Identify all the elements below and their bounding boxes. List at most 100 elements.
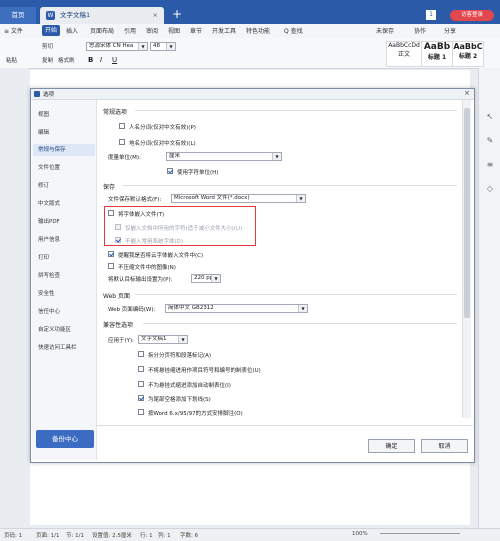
apply-to-label: 应用于(Y):: [108, 338, 135, 344]
options-scrollbar[interactable]: [462, 100, 471, 418]
cancel-button[interactable]: 取消: [421, 439, 468, 453]
style-preview: AaBbC: [453, 42, 483, 51]
tab-home[interactable]: 首页: [0, 7, 36, 24]
chevron-down-icon: ▼: [166, 43, 175, 50]
italic-icon[interactable]: I: [100, 56, 102, 64]
cursor-icon[interactable]: ↖: [485, 112, 495, 122]
format-painter-button[interactable]: 格式刷: [58, 56, 75, 64]
zoom-slider[interactable]: [380, 533, 460, 534]
new-tab-icon[interactable]: +: [172, 7, 182, 21]
style-normal[interactable]: AaBbCcDd 正文: [386, 41, 422, 67]
chevron-down-icon: ▼: [272, 153, 281, 160]
share-button[interactable]: 分享: [444, 26, 456, 35]
zoom-level[interactable]: 100%: [352, 531, 368, 537]
nav-security[interactable]: 安全性: [38, 289, 55, 297]
apply-to-select[interactable]: 文字文稿1 ▼: [138, 335, 188, 344]
place-name-checkbox[interactable]: [119, 139, 125, 145]
compat-option-label: 不为悬挂式缩进添加自动制表位(I): [148, 383, 231, 389]
chevron-down-icon: ▼: [211, 275, 220, 282]
use-char-unit-checkbox[interactable]: [167, 168, 173, 174]
nav-chinese-layout[interactable]: 中文版式: [38, 199, 60, 207]
menu-insert[interactable]: 插入: [66, 26, 78, 35]
close-tab-icon[interactable]: ×: [153, 7, 158, 24]
underline-icon[interactable]: U: [112, 56, 117, 64]
menu-references[interactable]: 引用: [124, 26, 136, 35]
font-size-select[interactable]: 48 ▼: [150, 42, 176, 51]
no-compress-checkbox[interactable]: [108, 263, 114, 269]
embed-font-checkbox[interactable]: [108, 210, 114, 216]
menu-review[interactable]: 审阅: [146, 26, 158, 35]
default-format-label: 文件保存默认格式(F):: [108, 197, 162, 203]
embed-used-chars-label: 仅嵌入文档中所用的字符(适于减小文件大小)(U): [125, 226, 243, 232]
nav-edit[interactable]: 编辑: [38, 128, 49, 136]
style-heading2[interactable]: AaBbC 标题 2: [452, 41, 484, 67]
file-menu[interactable]: ≡ 文件: [4, 26, 23, 35]
menu-developer[interactable]: 开发工具: [212, 26, 236, 35]
backup-center-button[interactable]: 备份中心: [36, 430, 94, 448]
dialog-title: 选项: [43, 92, 55, 98]
nav-trust-center[interactable]: 信任中心: [38, 307, 60, 315]
unit-label: 度量单位(M):: [108, 155, 141, 161]
nav-print[interactable]: 打印: [38, 253, 49, 261]
compat-option-checkbox[interactable]: [138, 351, 144, 357]
nav-revision[interactable]: 修订: [38, 181, 49, 189]
shapes-icon[interactable]: ◇: [485, 184, 495, 194]
menu-view[interactable]: 视图: [168, 26, 180, 35]
cut-button[interactable]: 剪切: [42, 42, 53, 50]
compat-option-checkbox[interactable]: [138, 395, 144, 401]
nav-output-pdf[interactable]: 输出PDF: [38, 217, 60, 225]
default-output-label: 将默认目标输出设置为(P):: [108, 277, 173, 283]
embed-used-chars-checkbox[interactable]: [115, 224, 121, 230]
bold-icon[interactable]: B: [88, 56, 93, 64]
tab-document[interactable]: W 文字文稿1 ×: [40, 7, 164, 24]
pen-icon[interactable]: ✎: [485, 136, 495, 146]
format-icon[interactable]: ≡: [485, 160, 495, 170]
nav-custom-ribbon[interactable]: 自定义功能区: [38, 325, 71, 333]
menu-page-layout[interactable]: 页面布局: [90, 26, 114, 35]
collab-button[interactable]: 协作: [414, 26, 426, 35]
menu-features[interactable]: 特色功能: [246, 26, 270, 35]
close-icon[interactable]: ×: [464, 89, 470, 97]
style-heading1[interactable]: AaBb 标题 1: [421, 41, 453, 67]
style-name: 标题 2: [458, 53, 478, 60]
compat-option-checkbox[interactable]: [138, 409, 144, 415]
left-rail: [0, 68, 28, 528]
nav-view[interactable]: 视图: [38, 110, 49, 118]
person-name-label: 人名分词(仅对中文有效)(P): [129, 125, 196, 131]
chevron-down-icon: ▼: [298, 305, 307, 312]
default-format-select[interactable]: Microsoft Word 文件(*.docx) ▼: [171, 194, 306, 203]
nav-file-location[interactable]: 文件位置: [38, 163, 60, 171]
ppi-select[interactable]: 220 ppi ▼: [191, 274, 221, 283]
options-dialog: 选项 × 视图 编辑 常规与保存 文件位置 修订 中文版式 输出PDF 用户信息…: [30, 88, 475, 463]
unit-select[interactable]: 厘米 ▼: [166, 152, 282, 161]
scrollbar-thumb[interactable]: [464, 108, 470, 318]
copy-button[interactable]: 复制: [42, 56, 53, 64]
compat-option-checkbox[interactable]: [138, 366, 144, 372]
place-name-label: 地名分词(仅对中文有效)(L): [129, 141, 196, 147]
style-name: 正文: [397, 51, 410, 58]
compat-option-checkbox[interactable]: [138, 381, 144, 387]
no-common-fonts-checkbox[interactable]: [115, 237, 121, 243]
status-col: 列: 1: [158, 533, 171, 539]
person-name-checkbox[interactable]: [119, 123, 125, 129]
menu-start[interactable]: 开始: [42, 25, 60, 36]
compat-option-label: 按Word 6.x/95/97的方式安排脚注(O): [148, 411, 243, 417]
nav-quick-access[interactable]: 快速访问工具栏: [38, 343, 77, 351]
search-menu[interactable]: Q 查找: [284, 26, 303, 35]
cloud-status[interactable]: 未保存: [376, 26, 394, 35]
ok-button[interactable]: 确定: [368, 439, 415, 453]
web-encoding-select[interactable]: 简体中文 GB2312 ▼: [165, 304, 308, 313]
font-name-select[interactable]: 思源宋体 CN Hea ▼: [86, 42, 148, 51]
nav-spell-check[interactable]: 拼写检查: [38, 271, 60, 279]
remind-cloud-font-checkbox[interactable]: [108, 251, 114, 257]
paste-button[interactable]: 粘贴: [6, 56, 17, 64]
section-web: Web 页面: [103, 293, 130, 300]
page-count-badge: 1: [426, 10, 436, 20]
nav-user-info[interactable]: 用户信息: [38, 235, 60, 243]
nav-general-save[interactable]: 常规与保存: [33, 144, 95, 156]
word-doc-icon: W: [46, 11, 55, 20]
chevron-down-icon: ▼: [138, 43, 147, 50]
menu-chapter[interactable]: 章节: [190, 26, 202, 35]
style-name: 标题 1: [427, 54, 447, 61]
login-button[interactable]: 访客登录: [450, 10, 494, 21]
